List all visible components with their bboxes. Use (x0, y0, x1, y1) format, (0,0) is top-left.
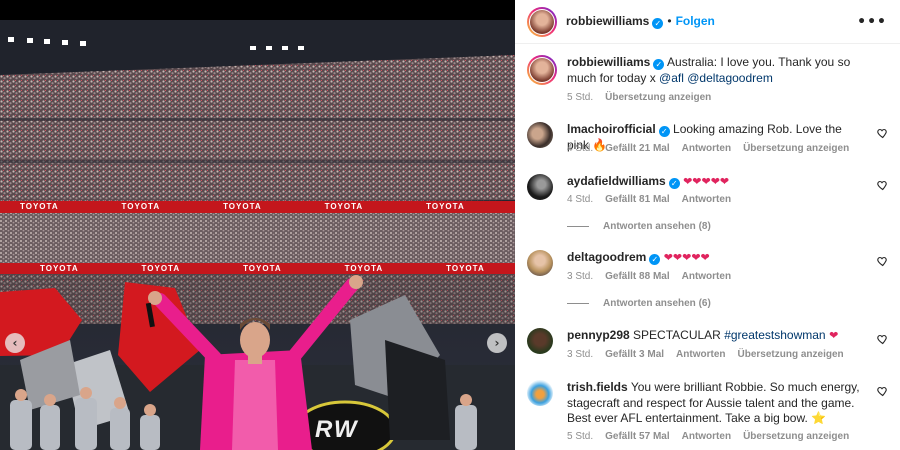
comment-meta: 4 Std. Gefällt 81 Mal Antworten (567, 194, 743, 205)
commenter-username[interactable]: trish.fields (567, 380, 628, 394)
separator-dot: • (667, 14, 672, 28)
like-heart-icon[interactable] (876, 385, 888, 397)
comment-text: aydafieldwilliams ✓ ❤❤❤❤❤ (567, 174, 867, 190)
caption-meta: 5 Std. Übersetzung anzeigen (567, 92, 723, 103)
reply-button[interactable]: Antworten (682, 194, 731, 205)
comment-body: ❤❤❤❤❤ (683, 175, 730, 188)
follow-button[interactable]: Folgen (676, 14, 715, 28)
view-replies-button[interactable]: Antworten ansehen (6) (567, 298, 711, 309)
comment-item: trish.fields You were brilliant Robbie. … (527, 380, 888, 450)
like-heart-icon[interactable] (876, 255, 888, 267)
comment-item: lmachoirofficial ✓ Looking amazing Rob. L… (527, 122, 888, 162)
comment-time[interactable]: 3 Std. (567, 271, 593, 282)
post-header: robbiewilliams ✓ • Folgen ••• (515, 0, 900, 44)
verified-icon: ✓ (658, 126, 670, 137)
reply-button[interactable]: Antworten (676, 349, 725, 360)
comment-time[interactable]: 3 Std. (567, 349, 593, 360)
commenter-avatar[interactable] (527, 328, 553, 354)
post-media[interactable]: TOYOTA TOYOTA TOYOTA TOYOTA TOYOTA TOYOT… (0, 0, 515, 450)
post-caption: robbiewilliams ✓ Australia: I love you. T… (527, 55, 888, 115)
comment-likes[interactable]: Gefällt 3 Mal (605, 349, 664, 360)
like-heart-icon[interactable] (876, 127, 888, 139)
like-heart-icon[interactable] (876, 333, 888, 345)
comment-likes[interactable]: Gefällt 21 Mal (605, 143, 669, 154)
comment-text: trish.fields You were brilliant Robbie. … (567, 380, 867, 427)
mention-afl[interactable]: @afl (659, 71, 684, 85)
comment-time[interactable]: 4 Std. (567, 194, 593, 205)
comment-text: pennyp298 SPECTACULAR #greatestshowman ❤ (567, 328, 867, 344)
caption-translate-button[interactable]: Übersetzung anzeigen (605, 92, 711, 103)
comment-likes[interactable]: Gefällt 57 Mal (605, 431, 669, 442)
commenter-avatar[interactable] (527, 250, 553, 276)
post-photo (0, 20, 515, 450)
translate-button[interactable]: Übersetzung anzeigen (743, 431, 849, 442)
post-sidebar: robbiewilliams ✓ • Folgen ••• robbiewilliam… (515, 0, 900, 450)
translate-button[interactable]: Übersetzung anzeigen (738, 349, 844, 360)
reply-button[interactable]: Antworten (682, 271, 731, 282)
comments-scroll[interactable]: robbiewilliams ✓ Australia: I love you. T… (515, 45, 900, 450)
caption-text: robbiewilliams ✓ Australia: I love you. T… (567, 55, 867, 86)
verified-icon: ✓ (652, 18, 664, 29)
comment-item: deltagoodrem ✓ ❤❤❤❤❤ 3 Std. Gefällt 88 Mal… (527, 250, 888, 310)
comment-meta: 3 Std. Gefällt 3 Mal Antworten Übersetzung … (567, 349, 856, 360)
comment-text: deltagoodrem ✓ ❤❤❤❤❤ (567, 250, 867, 266)
comment-time[interactable]: 5 Std. (567, 431, 593, 442)
comment-body: SPECTACULAR (633, 328, 725, 342)
author-username[interactable]: robbiewilliams (566, 14, 649, 28)
heart-emoji: ❤ (825, 329, 839, 342)
verified-icon: ✓ (668, 178, 680, 189)
comment-time[interactable]: 4 Std. (567, 143, 593, 154)
commenter-avatar[interactable] (527, 380, 553, 406)
commenter-avatar[interactable] (527, 174, 553, 200)
comment-meta: 5 Std. Gefällt 57 Mal Antworten Übersetzung… (567, 431, 861, 442)
reply-button[interactable]: Antworten (682, 431, 731, 442)
commenter-username[interactable]: aydafieldwilliams (567, 174, 666, 188)
commenter-username[interactable]: deltagoodrem (567, 250, 646, 264)
more-options-icon[interactable]: ••• (857, 14, 887, 30)
author-avatar-small[interactable] (527, 55, 557, 85)
translate-button[interactable]: Übersetzung anzeigen (743, 143, 849, 154)
chevron-left-icon[interactable]: ‹ (5, 333, 25, 353)
comment-body: ❤❤❤❤❤ (663, 251, 710, 264)
banner-lower: TOYOTA TOYOTA TOYOTA TOYOTA TOYOTA (40, 264, 485, 273)
commenter-username[interactable]: lmachoirofficial (567, 122, 656, 136)
view-replies-button[interactable]: Antworten ansehen (8) (567, 221, 711, 232)
comment-meta: 4 Std. Gefällt 21 Mal Antworten Übersetzung… (567, 143, 861, 154)
caption-time[interactable]: 5 Std. (567, 92, 593, 103)
comment-item: aydafieldwilliams ✓ ❤❤❤❤❤ 4 Std. Gefällt 8… (527, 174, 888, 234)
mention-deltagoodrem[interactable]: @deltagoodrem (687, 71, 773, 85)
hashtag-link[interactable]: #greatestshowman (724, 328, 825, 342)
chevron-right-icon[interactable]: › (487, 333, 507, 353)
comment-likes[interactable]: Gefällt 81 Mal (605, 194, 669, 205)
verified-icon: ✓ (649, 254, 661, 265)
caption-username[interactable]: robbiewilliams (567, 55, 650, 69)
author-avatar[interactable] (527, 7, 557, 37)
commenter-username[interactable]: pennyp298 (567, 328, 630, 342)
comment-meta: 3 Std. Gefällt 88 Mal Antworten (567, 271, 743, 282)
commenter-avatar[interactable] (527, 122, 553, 148)
banner-upper: TOYOTA TOYOTA TOYOTA TOYOTA TOYOTA (20, 202, 465, 211)
comment-item: pennyp298 SPECTACULAR #greatestshowman ❤… (527, 328, 888, 368)
like-heart-icon[interactable] (876, 179, 888, 191)
comment-likes[interactable]: Gefällt 88 Mal (605, 271, 669, 282)
verified-icon: ✓ (653, 59, 665, 70)
media-top-bar (0, 0, 515, 20)
stage-logo: RW (315, 416, 359, 443)
reply-button[interactable]: Antworten (682, 143, 731, 154)
